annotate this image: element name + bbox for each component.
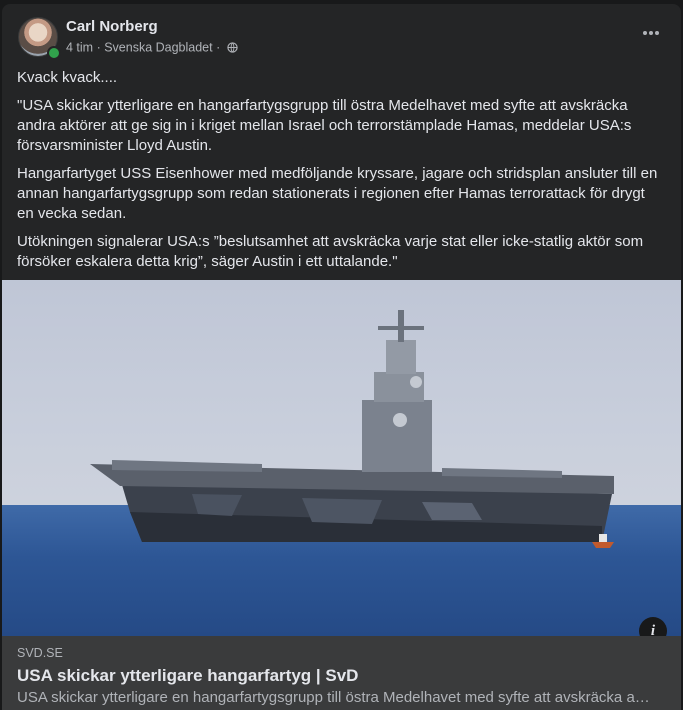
- aircraft-carrier-image: [90, 310, 614, 548]
- more-horizontal-icon: [643, 31, 647, 35]
- link-domain: SVD.SE: [17, 646, 63, 660]
- meta-separator: ·: [93, 40, 105, 55]
- post-header: Carl Norberg 4 tim · Svenska Dagbladet ·: [18, 17, 669, 60]
- globe-icon[interactable]: [227, 42, 238, 53]
- more-options-button[interactable]: [635, 21, 667, 45]
- post-paragraph: Utökningen signalerar USA:s ”beslutsamhe…: [17, 233, 644, 270]
- post-card: Carl Norberg 4 tim · Svenska Dagbladet ·…: [2, 4, 681, 710]
- link-description: USA skickar ytterligare en hangarfartygs…: [17, 689, 650, 706]
- post-paragraph: Hangarfartyget USS Eisenhower med medföl…: [17, 165, 658, 222]
- link-preview-box[interactable]: SVD.SE USA skickar ytterligare hangarfar…: [2, 636, 681, 710]
- more-horizontal-icon-dot: [649, 31, 653, 35]
- online-status-dot: [47, 46, 61, 60]
- meta-separator: ·: [212, 40, 224, 55]
- post-paragraph: Kvack kvack....: [17, 69, 118, 86]
- post-body: Kvack kvack.... "USA skickar ytterligare…: [17, 68, 665, 280]
- more-horizontal-icon-dot: [655, 31, 659, 35]
- post-meta: 4 tim · Svenska Dagbladet ·: [66, 40, 238, 55]
- link-preview-image[interactable]: [2, 280, 681, 636]
- post-paragraph: "USA skickar ytterligare en hangarfartyg…: [17, 97, 632, 154]
- post-source[interactable]: Svenska Dagbladet: [104, 41, 212, 55]
- post-time[interactable]: 4 tim: [66, 41, 93, 55]
- link-title[interactable]: USA skickar ytterligare hangarfartyg | S…: [17, 666, 358, 686]
- author-name[interactable]: Carl Norberg: [66, 18, 158, 35]
